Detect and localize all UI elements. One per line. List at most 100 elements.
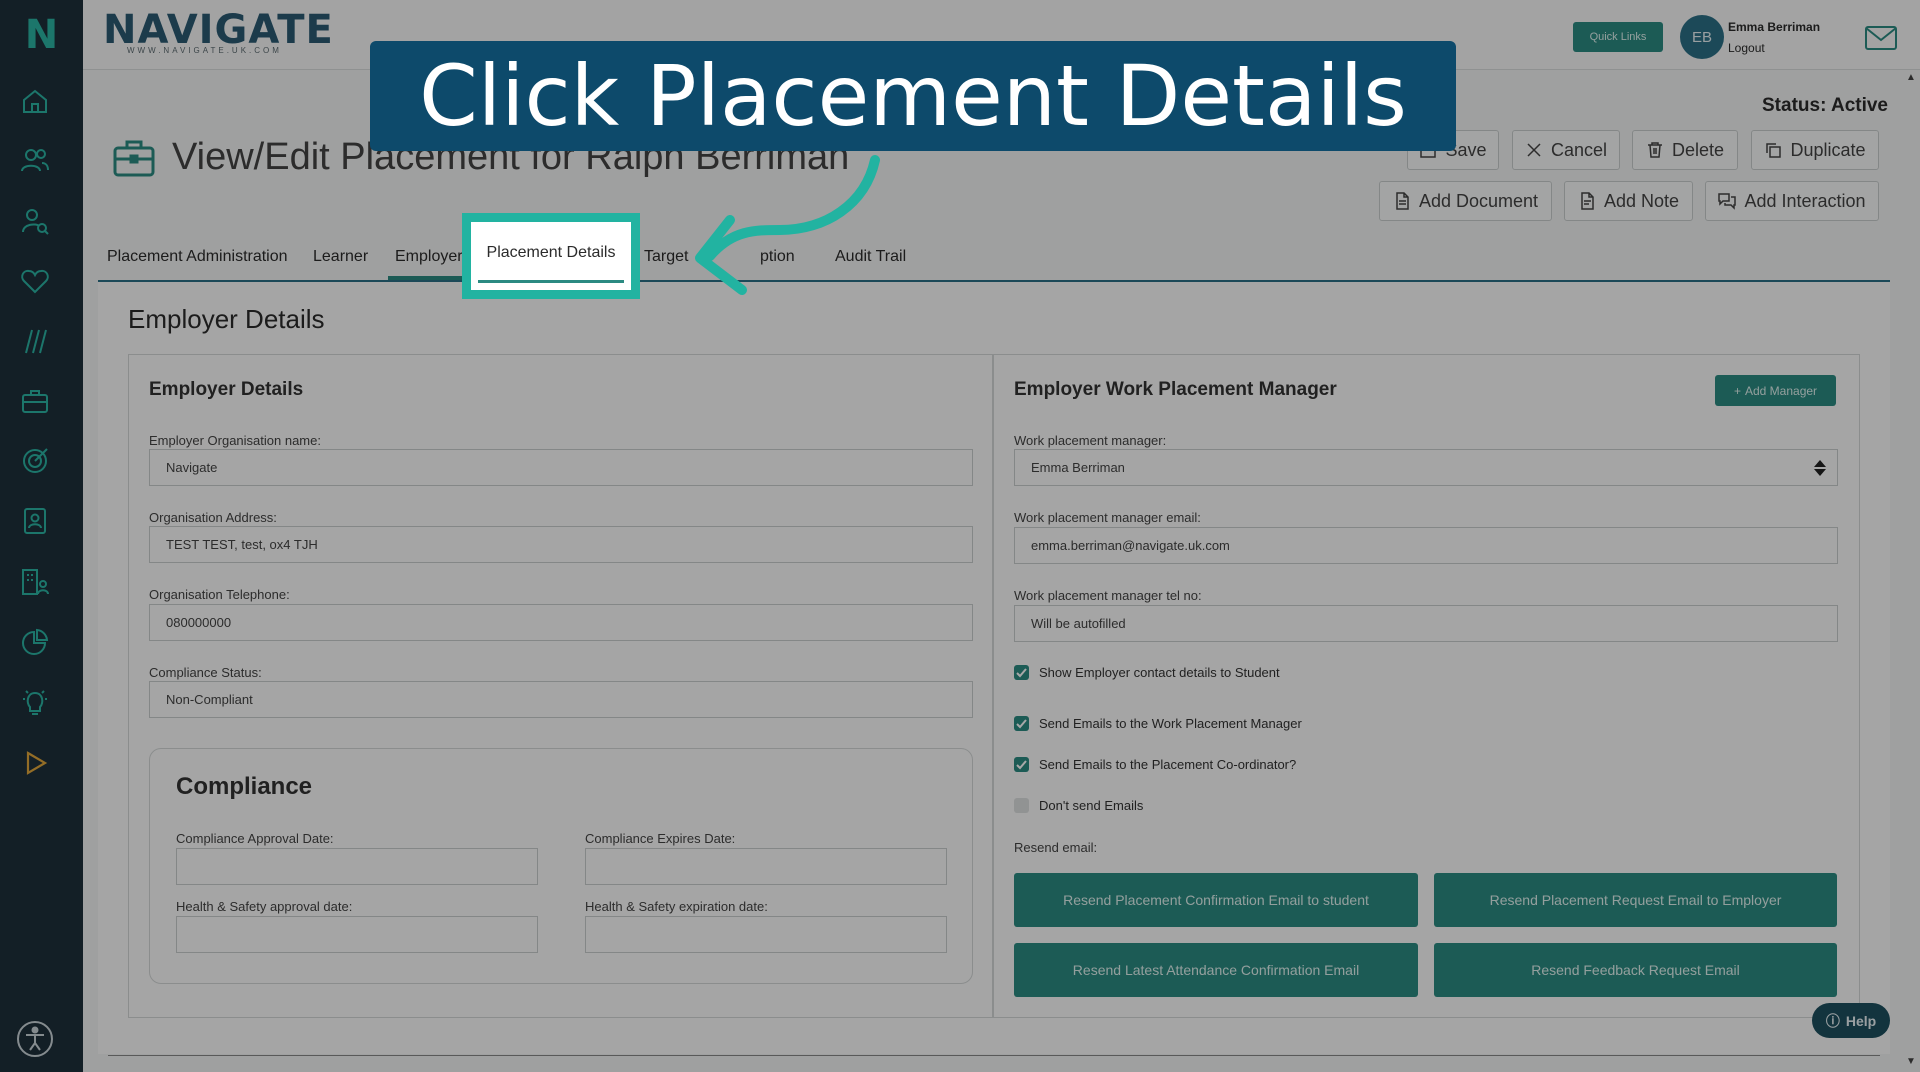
tab-placement-details[interactable]: Placement Details xyxy=(462,213,640,299)
manager-email-field[interactable]: emma.berriman@navigate.uk.com xyxy=(1014,527,1838,564)
add-interaction-label: Add Interaction xyxy=(1744,190,1866,211)
checkbox-dont-send-emails[interactable]: Don't send Emails xyxy=(1014,798,1143,813)
briefcase-icon[interactable] xyxy=(18,384,52,418)
quick-links-button[interactable]: Quick Links xyxy=(1573,22,1663,52)
compliance-status-field[interactable]: Non-Compliant xyxy=(149,681,973,718)
help-label: Help xyxy=(1845,1012,1877,1029)
checkbox-unchecked-icon[interactable] xyxy=(1014,798,1029,813)
hs-expiration-label: Health & Safety expiration date: xyxy=(585,899,768,914)
contact-card-icon[interactable] xyxy=(18,504,52,538)
compliance-expires-label: Compliance Expires Date: xyxy=(585,831,736,846)
add-document-button[interactable]: Add Document xyxy=(1379,181,1552,221)
resend-confirmation-to-student-button[interactable]: Resend Placement Confirmation Email to s… xyxy=(1014,873,1418,927)
manager-select-value: Emma Berriman xyxy=(1031,460,1125,475)
manager-tel-field[interactable]: Will be autofilled xyxy=(1014,605,1838,642)
checkbox-send-emails-manager[interactable]: Send Emails to the Work Placement Manage… xyxy=(1014,716,1302,731)
cancel-label: Cancel xyxy=(1550,139,1608,160)
checkbox-show-employer-contact[interactable]: Show Employer contact details to Student xyxy=(1014,665,1280,680)
placement-status: Status: Active xyxy=(1762,95,1888,116)
address-label: Organisation Address: xyxy=(149,510,277,525)
address-field[interactable]: TEST TEST, test, ox4 TJH xyxy=(149,526,973,563)
select-arrows-icon xyxy=(1814,460,1826,476)
checkbox-label: Send Emails to the Placement Co-ordinato… xyxy=(1039,757,1297,772)
logout-link[interactable]: Logout xyxy=(1728,41,1765,55)
pointer-arrow-icon xyxy=(695,155,880,295)
help-button[interactable]: ⓘ Help xyxy=(1812,1003,1890,1038)
telephone-label: Organisation Telephone: xyxy=(149,587,290,602)
plus-icon: + xyxy=(1733,383,1741,398)
employer-details-panel: Employer Details Employer Organisation n… xyxy=(128,354,993,1018)
resend-request-to-employer-button[interactable]: Resend Placement Request Email to Employ… xyxy=(1434,873,1837,927)
avatar[interactable]: EB xyxy=(1680,15,1724,59)
compliance-status-label: Compliance Status: xyxy=(149,665,262,680)
checkbox-label: Don't send Emails xyxy=(1039,798,1144,813)
note-icon xyxy=(1581,192,1594,210)
scroll-down-arrow[interactable]: ▼ xyxy=(1906,1056,1916,1067)
checkbox-checked-icon[interactable] xyxy=(1014,757,1029,772)
hs-approval-label: Health & Safety approval date: xyxy=(176,899,353,914)
user-name: Emma Berriman xyxy=(1728,20,1821,34)
add-interaction-button[interactable]: Add Interaction xyxy=(1705,181,1879,221)
sidebar: N xyxy=(0,0,83,1072)
copy-icon xyxy=(1766,143,1782,158)
tab-employer[interactable]: Employer xyxy=(395,248,463,266)
duplicate-label: Duplicate xyxy=(1790,139,1866,160)
mail-icon[interactable] xyxy=(1864,25,1898,51)
trash-icon xyxy=(1647,142,1662,158)
employer-details-card: Employer Details Employer Details Employ… xyxy=(98,282,1890,1054)
tutorial-instruction-banner: Click Placement Details xyxy=(370,41,1456,151)
user-search-icon[interactable] xyxy=(18,204,52,238)
add-note-label: Add Note xyxy=(1603,190,1680,211)
slashes-icon[interactable] xyxy=(18,324,52,358)
users-icon[interactable] xyxy=(18,143,52,177)
checkbox-label: Show Employer contact details to Student xyxy=(1039,665,1280,680)
add-manager-label: Add Manager xyxy=(1744,383,1818,398)
sidebar-logo[interactable]: N xyxy=(0,0,83,70)
briefcase-icon xyxy=(113,140,155,176)
delete-label: Delete xyxy=(1671,139,1725,160)
tab-learner[interactable]: Learner xyxy=(313,248,368,266)
compliance-box: Compliance Compliance Approval Date: Com… xyxy=(149,748,973,984)
compliance-expires-date-input[interactable] xyxy=(585,848,947,885)
org-name-label: Employer Organisation name: xyxy=(149,433,321,448)
resend-attendance-confirmation-button[interactable]: Resend Latest Attendance Confirmation Em… xyxy=(1014,943,1418,997)
highlight-underline xyxy=(478,280,624,283)
home-icon[interactable] xyxy=(18,84,52,118)
manager-select[interactable]: Emma Berriman xyxy=(1014,449,1838,486)
building-user-icon[interactable] xyxy=(18,565,52,599)
checkbox-label: Send Emails to the Work Placement Manage… xyxy=(1039,716,1302,731)
lightbulb-icon[interactable] xyxy=(18,685,52,719)
document-icon xyxy=(1396,192,1409,210)
brand-logo[interactable]: NAVIGATE WWW.NAVIGATE.UK.COM xyxy=(103,10,334,55)
chat-icon xyxy=(1718,193,1737,210)
play-icon[interactable] xyxy=(18,746,52,780)
hs-expiration-date-input[interactable] xyxy=(585,916,947,953)
hs-approval-date-input[interactable] xyxy=(176,916,538,953)
add-note-button[interactable]: Add Note xyxy=(1564,181,1693,221)
manager-panel-title: Employer Work Placement Manager xyxy=(1014,379,1337,400)
add-document-label: Add Document xyxy=(1418,190,1539,211)
checkbox-checked-icon[interactable] xyxy=(1014,665,1029,680)
add-manager-button[interactable]: + Add Manager xyxy=(1715,375,1836,406)
brand-name: NAVIGATE xyxy=(103,7,334,53)
employer-panel-title: Employer Details xyxy=(149,379,304,400)
telephone-field[interactable]: 080000000 xyxy=(149,604,973,641)
org-name-field[interactable]: Navigate xyxy=(149,449,973,486)
section-title: Employer Details xyxy=(128,304,325,334)
manager-tel-label: Work placement manager tel no: xyxy=(1014,588,1202,603)
accessibility-icon[interactable] xyxy=(15,1019,55,1059)
tab-placement-administration[interactable]: Placement Administration xyxy=(107,248,288,266)
compliance-approval-date-input[interactable] xyxy=(176,848,538,885)
checkbox-send-emails-coordinator[interactable]: Send Emails to the Placement Co-ordinato… xyxy=(1014,757,1296,772)
target-icon[interactable] xyxy=(18,444,52,478)
checkbox-checked-icon[interactable] xyxy=(1014,716,1029,731)
manager-email-label: Work placement manager email: xyxy=(1014,510,1201,525)
duplicate-button[interactable]: Duplicate xyxy=(1751,130,1879,170)
heart-icon[interactable] xyxy=(18,264,52,298)
cancel-button[interactable]: Cancel xyxy=(1512,130,1620,170)
delete-button[interactable]: Delete xyxy=(1632,130,1738,170)
resend-feedback-request-button[interactable]: Resend Feedback Request Email xyxy=(1434,943,1837,997)
pie-chart-icon[interactable] xyxy=(18,625,52,659)
manager-label: Work placement manager: xyxy=(1014,433,1167,448)
scroll-up-arrow[interactable]: ▲ xyxy=(1906,72,1916,83)
